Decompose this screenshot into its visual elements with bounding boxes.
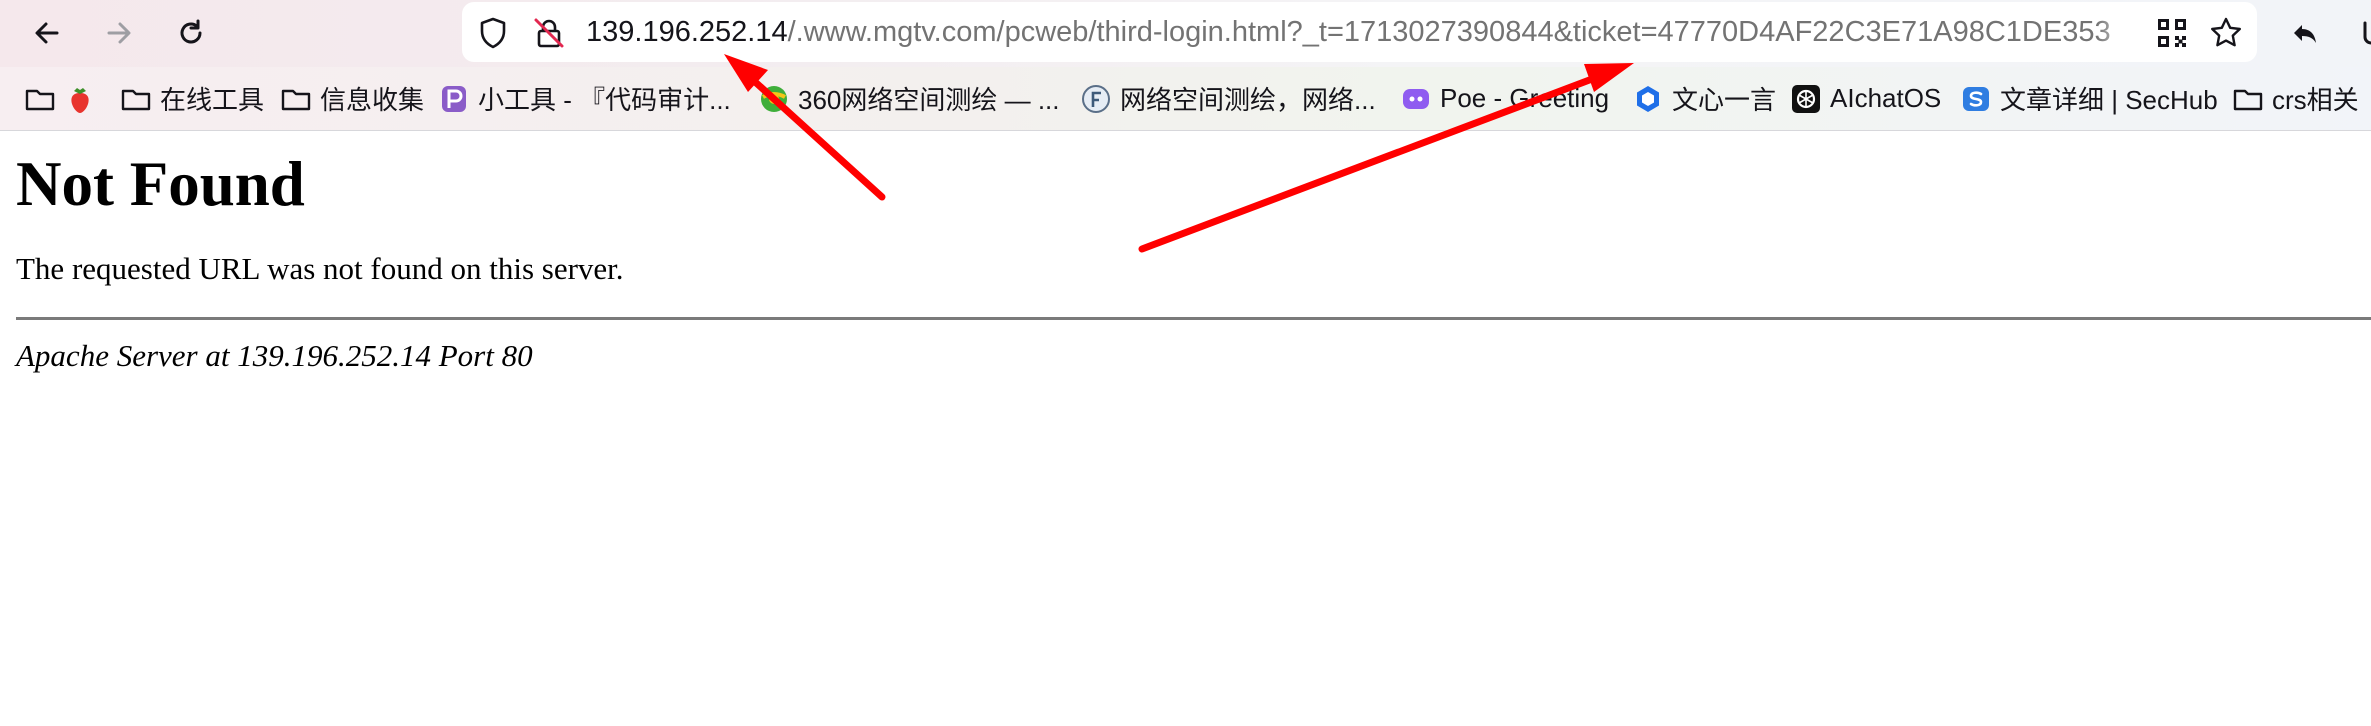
folder-icon <box>280 83 312 115</box>
fofa-icon <box>1080 83 1112 115</box>
bookmark-star-button[interactable] <box>2208 15 2244 51</box>
bookmark-aichatos[interactable]: AIchatOS <box>1790 67 1941 130</box>
globe-360-icon <box>758 83 790 115</box>
share-button[interactable] <box>2282 10 2328 56</box>
folder-icon <box>120 83 152 115</box>
bookmark-360-mapping[interactable]: 360网络空间测绘 — ... <box>758 67 1060 130</box>
shield-icon <box>480 17 506 49</box>
bookmark-label: AIchatOS <box>1830 83 1942 113</box>
reload-button[interactable] <box>168 10 214 56</box>
bookmark-label: crs相关 <box>2272 85 2359 115</box>
bookmark-label: 网络空间测绘，网络... <box>1120 85 1376 115</box>
bookmark-label: 文章详细 | SecHub <box>2000 85 2218 115</box>
bookmark-folder-online-tools[interactable]: 在线工具 <box>120 67 264 130</box>
bookmark-label: 信息收集 <box>320 85 425 115</box>
bookmark-label: 文心一言 <box>1672 85 1777 115</box>
url-path: /.www.mgtv.com/pcweb/third-login.html?_t… <box>787 16 2111 48</box>
bookmark-tools[interactable]: 小工具 - 『代码审计... <box>438 67 731 130</box>
bookmark-fofa[interactable]: 网络空间测绘，网络... <box>1080 67 1376 130</box>
arrow-left-icon <box>35 22 59 44</box>
back-button[interactable] <box>24 10 70 56</box>
url-text[interactable]: 139.196.252.14/.www.mgtv.com/pcweb/third… <box>586 2 2111 62</box>
sechub-icon <box>1960 83 1992 115</box>
bookmark-label: Poe - Greeting <box>1440 83 1610 113</box>
url-bar[interactable]: 139.196.252.14/.www.mgtv.com/pcweb/third… <box>462 2 2257 62</box>
bookmark-poe[interactable]: Poe - Greeting <box>1400 67 1609 130</box>
overflow-button[interactable] <box>2346 10 2371 56</box>
poe-icon <box>1400 83 1432 115</box>
bookmark-label: 在线工具 <box>160 85 265 115</box>
insecure-lock-icon <box>534 18 564 48</box>
bookmarks-toolbar: 在线工具 信息收集 小工具 - 『代码审计... 360网络空间测绘 — ...… <box>0 67 2371 131</box>
tracking-protection-button[interactable] <box>476 16 510 50</box>
bookmark-folder-info-gathering[interactable]: 信息收集 <box>280 67 424 130</box>
error-message: The requested URL was not found on this … <box>16 250 624 286</box>
folder-icon <box>2232 83 2264 115</box>
arrow-right-icon <box>107 22 131 44</box>
browser-toolbar: 139.196.252.14/.www.mgtv.com/pcweb/third… <box>0 0 2371 67</box>
url-host: 139.196.252.14 <box>586 16 788 48</box>
forward-button[interactable] <box>96 10 142 56</box>
bookmark-sechub[interactable]: 文章详细 | SecHub <box>1960 67 2218 130</box>
site-info-button[interactable] <box>532 16 566 50</box>
reload-icon <box>180 19 202 44</box>
server-signature: Apache Server at 139.196.252.14 Port 80 <box>16 337 533 373</box>
bookmark-folder[interactable] <box>24 67 104 130</box>
divider <box>16 316 2371 320</box>
qr-code-icon <box>2158 19 2186 47</box>
url-fade <box>2097 2 2137 62</box>
reply-icon <box>2294 25 2316 43</box>
bookmark-label: 360网络空间测绘 — ... <box>798 85 1060 115</box>
partial-icon <box>2363 21 2371 45</box>
qr-code-button[interactable] <box>2154 15 2190 51</box>
bookmark-label: 小工具 - 『代码审计... <box>478 85 731 115</box>
page-title: Not Found <box>16 149 305 219</box>
strawberry-icon <box>64 83 96 115</box>
bookmark-folder-crs[interactable]: crs相关 <box>2232 67 2359 130</box>
star-icon <box>2211 17 2241 47</box>
purple-p-icon <box>438 83 470 115</box>
bookmark-wenxin[interactable]: 文心一言 <box>1632 67 1776 130</box>
folder-icon <box>24 83 56 115</box>
wenxin-icon <box>1632 83 1664 115</box>
page-content: Not Found The requested URL was not foun… <box>16 130 2371 374</box>
openai-icon <box>1790 83 1822 115</box>
